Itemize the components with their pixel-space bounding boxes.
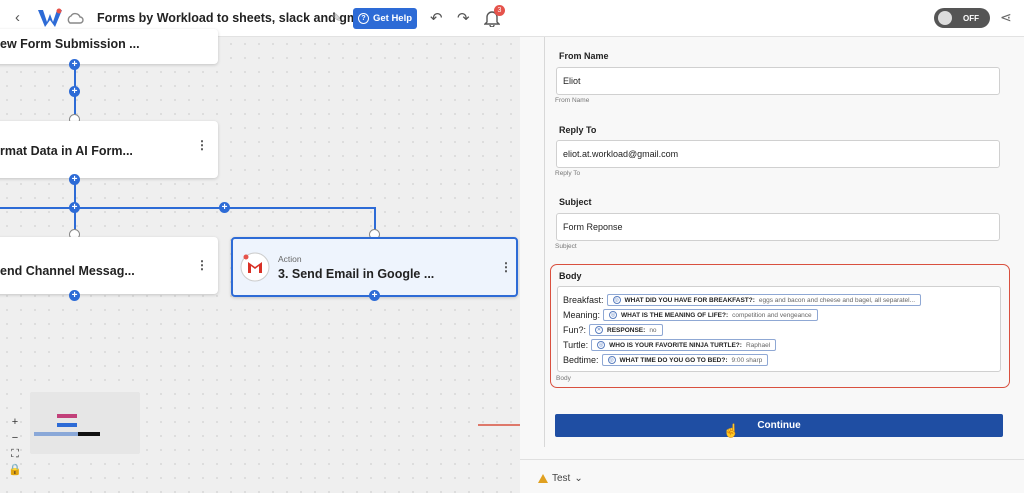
chip-value: 9:00 sharp <box>731 356 763 364</box>
variable-chip[interactable]: ◎ WHAT IS THE MEANING OF LIFE?: competitio… <box>603 309 818 321</box>
node-menu-icon[interactable]: ⋮ <box>196 138 208 152</box>
variable-chip[interactable]: ◎ WHAT TIME DO YOU GO TO BED?: 9:00 sharp <box>601 354 769 366</box>
get-help-label: Get Help <box>372 13 413 24</box>
reply-to-input[interactable]: eliot.at.workload@gmail.com <box>556 140 1000 168</box>
node-title: rmat Data in AI Form... <box>0 144 133 158</box>
add-step-icon[interactable]: + <box>69 86 80 97</box>
node-title: 3. Send Email in Google ... <box>278 267 435 281</box>
workload-logo-icon <box>38 8 62 27</box>
field-hint: Reply To <box>555 170 581 177</box>
chip-value: Raphael <box>745 341 771 349</box>
chevron-down-icon: ⌄ <box>574 473 583 484</box>
notification-badge: 3 <box>494 5 505 16</box>
form-field-icon: ◎ <box>597 341 606 349</box>
chip-key: WHO IS YOUR FAVORITE NINJA TURTLE?: <box>609 341 742 349</box>
body-field-highlight: Body Breakfast: ◎ WHAT DID YOU HAVE FOR B… <box>550 264 1010 388</box>
minimap-node <box>78 432 100 436</box>
minimap[interactable] <box>30 392 140 454</box>
cloud-icon <box>67 12 84 24</box>
fit-view-icon[interactable]: ⛶ <box>8 446 22 462</box>
node-menu-icon[interactable]: ⋮ <box>500 260 512 274</box>
chip-value: competition and vengeance <box>732 311 812 319</box>
add-step-icon[interactable]: + <box>69 174 80 185</box>
add-step-icon[interactable]: + <box>69 202 80 213</box>
body-row-label: Breakfast: <box>563 295 604 305</box>
zoom-out-icon[interactable]: − <box>8 430 22 446</box>
toggle-label: OFF <box>963 13 979 23</box>
field-label: From Name <box>559 51 609 61</box>
node-title: ew Form Submission ... <box>0 37 140 51</box>
body-row-label: Meaning: <box>563 310 601 320</box>
node-subtitle: Action <box>278 254 302 264</box>
workflow-node[interactable]: ew Form Submission ... <box>0 29 218 64</box>
test-section: Test ⌄ <box>520 459 1024 493</box>
toggle-knob <box>938 11 952 25</box>
node-menu-icon[interactable]: ⋮ <box>196 258 208 272</box>
add-step-icon[interactable]: + <box>69 290 80 301</box>
settings-panel: From Name Eliot From Name Reply To eliot… <box>520 37 1024 493</box>
edit-pencil-icon[interactable]: ✎ <box>332 11 342 25</box>
variable-chip[interactable]: ◎ WHO IS YOUR FAVORITE NINJA TURTLE?: Raph… <box>591 339 777 351</box>
continue-button[interactable]: Continue <box>555 414 1003 437</box>
workflow-toggle[interactable]: OFF <box>934 8 990 28</box>
body-row-label: Bedtime: <box>563 355 599 365</box>
test-toggle[interactable]: Test ⌄ <box>538 473 583 484</box>
body-row: Meaning: ◎ WHAT IS THE MEANING OF LIFE?: c… <box>563 309 818 321</box>
minimap-node <box>57 414 77 418</box>
chip-key: WHAT DID YOU HAVE FOR BREAKFAST?: <box>624 296 755 304</box>
help-icon: ? <box>357 13 369 24</box>
body-row: Turtle: ◎ WHO IS YOUR FAVORITE NINJA TURT… <box>563 339 777 351</box>
chip-key: WHAT TIME DO YOU GO TO BED?: <box>619 356 728 364</box>
workflow-node-selected[interactable]: Action 3. Send Email in Google ... ⋮ <box>231 237 518 297</box>
workflow-node[interactable]: end Channel Messag... ⋮ <box>0 237 218 294</box>
zoom-in-icon[interactable]: + <box>8 414 22 430</box>
chip-key: RESPONSE: <box>607 326 646 334</box>
body-row-label: Turtle: <box>563 340 589 350</box>
add-step-icon[interactable]: + <box>219 202 230 213</box>
ai-icon: ✕ <box>595 326 604 334</box>
get-help-button[interactable]: ? Get Help <box>353 8 417 29</box>
minimap-node <box>57 423 77 427</box>
chip-value: eggs and bacon and cheese and bagel, all… <box>758 296 916 304</box>
body-row: Fun?: ✕ RESPONSE: no <box>563 324 663 336</box>
body-row: Breakfast: ◎ WHAT DID YOU HAVE FOR BREAKF… <box>563 294 922 306</box>
body-row: Bedtime: ◎ WHAT TIME DO YOU GO TO BED?: 9:… <box>563 354 769 366</box>
field-hint: From Name <box>555 97 590 104</box>
body-editor[interactable]: Breakfast: ◎ WHAT DID YOU HAVE FOR BREAKF… <box>557 286 1001 372</box>
connector-line <box>0 207 375 209</box>
panel-divider <box>544 37 545 447</box>
field-label: Body <box>559 271 582 281</box>
field-label: Subject <box>559 197 592 207</box>
undo-icon[interactable]: ↶ <box>430 9 443 27</box>
chip-value: no <box>649 326 657 334</box>
body-row-label: Fun?: <box>563 325 587 335</box>
workflow-title[interactable]: Forms by Workload to sheets, slack and g… <box>97 11 372 25</box>
form-field-icon: ◎ <box>607 356 616 364</box>
workflow-node[interactable]: rmat Data in AI Form... ⋮ <box>0 121 218 178</box>
add-step-icon[interactable]: + <box>369 290 380 301</box>
add-step-icon[interactable]: + <box>69 59 80 70</box>
zoom-controls: + − ⛶ 🔒 <box>8 414 22 478</box>
chevron-left-icon[interactable]: ‹ <box>15 9 20 26</box>
field-label: Reply To <box>559 125 597 135</box>
field-hint: Subject <box>555 243 577 250</box>
share-icon[interactable]: ⋖ <box>1000 9 1012 26</box>
test-label: Test <box>552 473 571 484</box>
variable-chip[interactable]: ✕ RESPONSE: no <box>589 324 663 336</box>
field-hint: Body <box>556 375 571 382</box>
node-title: end Channel Messag... <box>0 264 135 278</box>
workflow-canvas[interactable]: ew Form Submission ... + + rmat Data in … <box>0 29 520 493</box>
form-field-icon: ◎ <box>612 296 621 304</box>
redo-icon[interactable]: ↷ <box>457 9 470 27</box>
variable-chip[interactable]: ◎ WHAT DID YOU HAVE FOR BREAKFAST?: eggs a… <box>606 294 922 306</box>
lock-icon[interactable]: 🔒 <box>8 462 22 478</box>
chip-key: WHAT IS THE MEANING OF LIFE?: <box>621 311 729 319</box>
minimap-node <box>34 432 78 436</box>
gmail-icon <box>240 252 270 282</box>
mouse-cursor-icon: ☝ <box>723 423 740 438</box>
warning-icon <box>538 474 548 483</box>
form-field-icon: ◎ <box>609 311 618 319</box>
subject-input[interactable]: Form Reponse <box>556 213 1000 241</box>
from-name-input[interactable]: Eliot <box>556 67 1000 95</box>
